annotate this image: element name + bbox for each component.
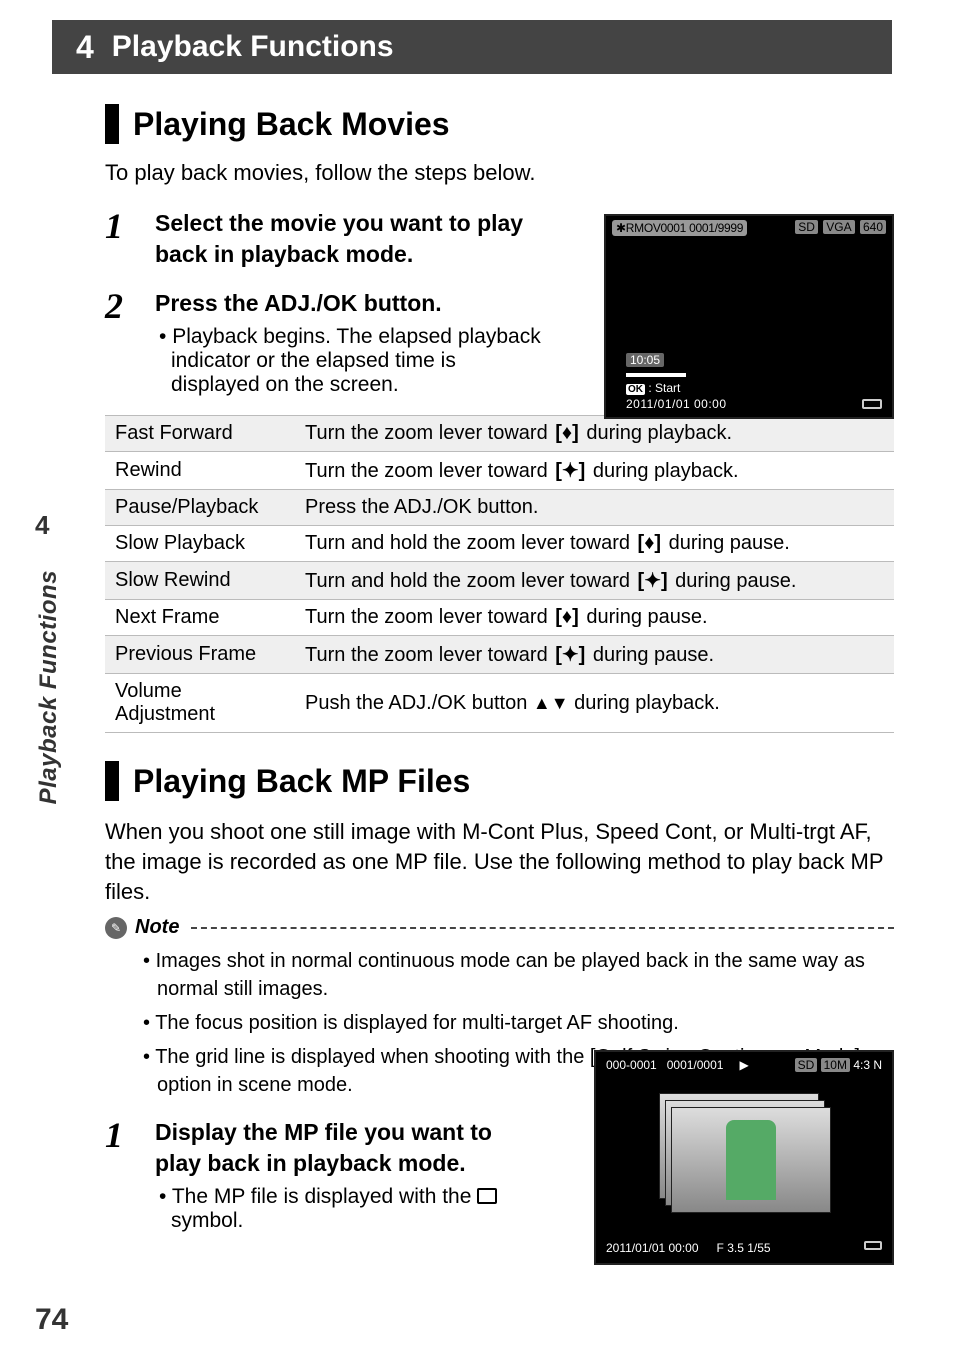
table-row: Slow PlaybackTurn and hold the zoom leve… bbox=[105, 526, 894, 562]
heading-ornament bbox=[105, 761, 119, 801]
chapter-number: 4 bbox=[76, 29, 94, 66]
list-item: Images shot in normal continuous mode ca… bbox=[139, 947, 894, 1003]
table-row: Previous FrameTurn the zoom lever toward… bbox=[105, 636, 894, 674]
step-number: 2 bbox=[105, 288, 135, 397]
operation-description: Turn the zoom lever toward [♦] during pl… bbox=[295, 416, 894, 452]
operation-description: Push the ADJ./OK button ▲▼ during playba… bbox=[295, 674, 894, 733]
start-hint: OK : Start bbox=[626, 381, 680, 395]
operation-name: Volume Adjustment bbox=[105, 674, 295, 733]
size-label: 10M bbox=[821, 1058, 850, 1072]
operation-description: Press the ADJ./OK button. bbox=[295, 490, 894, 526]
table-row: Slow RewindTurn and hold the zoom lever … bbox=[105, 562, 894, 600]
table-row: Pause/PlaybackPress the ADJ./OK button. bbox=[105, 490, 894, 526]
pencil-icon: ✎ bbox=[105, 917, 127, 939]
vga-icon: VGA bbox=[823, 220, 854, 234]
operation-description: Turn the zoom lever toward [♦] during pa… bbox=[295, 600, 894, 636]
battery-icon bbox=[864, 1241, 882, 1250]
operation-name: Slow Playback bbox=[105, 526, 295, 562]
step-bullet: Playback begins. The elapsed playback in… bbox=[155, 325, 545, 397]
step-title: Display the MP file you want to play bac… bbox=[155, 1117, 535, 1179]
movie-playback-screenshot: ✱RMOV0001 0001/9999 SD VGA 640 10:05 OK … bbox=[604, 214, 894, 419]
step-bullet: The MP file is displayed with the symbol… bbox=[155, 1185, 535, 1233]
play-icon: ▶ bbox=[739, 1058, 748, 1072]
mp-file-screenshot: 000-0001 0001/0001 ▶ SD 10M 4:3 N 2011/0… bbox=[594, 1050, 894, 1265]
section-heading: Playing Back MP Files bbox=[105, 761, 894, 801]
list-item: The focus position is displayed for mult… bbox=[139, 1009, 894, 1037]
section-title: Playing Back Movies bbox=[133, 106, 450, 143]
chapter-header: 4 Playback Functions bbox=[52, 20, 892, 74]
note-label: Note bbox=[135, 916, 179, 939]
table-row: Volume AdjustmentPush the ADJ./OK button… bbox=[105, 674, 894, 733]
operation-name: Previous Frame bbox=[105, 636, 295, 674]
media-indicators: SD VGA 640 bbox=[793, 220, 886, 234]
operations-table: Fast ForwardTurn the zoom lever toward [… bbox=[105, 415, 894, 733]
step-title: Press the ADJ./OK button. bbox=[155, 288, 545, 319]
ok-button-icon: OK bbox=[626, 384, 645, 395]
operation-name: Next Frame bbox=[105, 600, 295, 636]
mp-file-icon bbox=[477, 1188, 497, 1204]
exposure-info: F 3.5 1/55 bbox=[717, 1241, 771, 1255]
sd-icon: SD bbox=[795, 220, 818, 234]
aspect-label: 4:3 N bbox=[853, 1058, 882, 1072]
sd-icon: SD bbox=[795, 1058, 818, 1072]
operation-description: Turn the zoom lever toward [✦] during pl… bbox=[295, 452, 894, 490]
resolution-label: 640 bbox=[860, 220, 886, 234]
side-chapter-label: Playback Functions bbox=[35, 570, 63, 804]
step-number: 1 bbox=[105, 1117, 135, 1233]
operation-description: Turn and hold the zoom lever toward [✦] … bbox=[295, 562, 894, 600]
chapter-title: Playback Functions bbox=[112, 30, 394, 64]
operation-name: Pause/Playback bbox=[105, 490, 295, 526]
elapsed-time: 10:05 bbox=[626, 353, 664, 367]
battery-icon bbox=[862, 399, 882, 409]
section-intro: To play back movies, follow the steps be… bbox=[105, 160, 894, 186]
operation-description: Turn the zoom lever toward [✦] during pa… bbox=[295, 636, 894, 674]
section-heading: Playing Back Movies bbox=[105, 104, 894, 144]
timestamp: 2011/01/01 00:00 bbox=[606, 1241, 699, 1255]
page-number: 74 bbox=[35, 1303, 68, 1337]
operation-name: Fast Forward bbox=[105, 416, 295, 452]
operation-name: Slow Rewind bbox=[105, 562, 295, 600]
section-title: Playing Back MP Files bbox=[133, 763, 470, 800]
file-label: ✱RMOV0001 0001/9999 bbox=[612, 220, 747, 236]
step-1: 1 Select the movie you want to play back… bbox=[105, 208, 545, 270]
table-row: Next FrameTurn the zoom lever toward [♦]… bbox=[105, 600, 894, 636]
heading-ornament bbox=[105, 104, 119, 144]
operation-description: Turn and hold the zoom lever toward [♦] … bbox=[295, 526, 894, 562]
note-header: ✎ Note bbox=[105, 916, 894, 939]
table-row: Fast ForwardTurn the zoom lever toward [… bbox=[105, 416, 894, 452]
step-number: 1 bbox=[105, 208, 135, 270]
file-index: 0001/0001 bbox=[667, 1058, 724, 1072]
step-2: 2 Press the ADJ./OK button. Playback beg… bbox=[105, 288, 545, 397]
operation-name: Rewind bbox=[105, 452, 295, 490]
step-title: Select the movie you want to play back i… bbox=[155, 208, 545, 270]
progress-bar bbox=[626, 373, 686, 377]
table-row: RewindTurn the zoom lever toward [✦] dur… bbox=[105, 452, 894, 490]
note-rule bbox=[191, 927, 894, 929]
side-chapter-number: 4 bbox=[35, 510, 49, 541]
section-intro: When you shoot one still image with M-Co… bbox=[105, 817, 894, 906]
file-number: 000-0001 bbox=[606, 1058, 657, 1072]
step-1: 1 Display the MP file you want to play b… bbox=[105, 1117, 535, 1233]
timestamp: 2011/01/01 00:00 bbox=[626, 397, 727, 411]
image-stack bbox=[659, 1093, 829, 1213]
